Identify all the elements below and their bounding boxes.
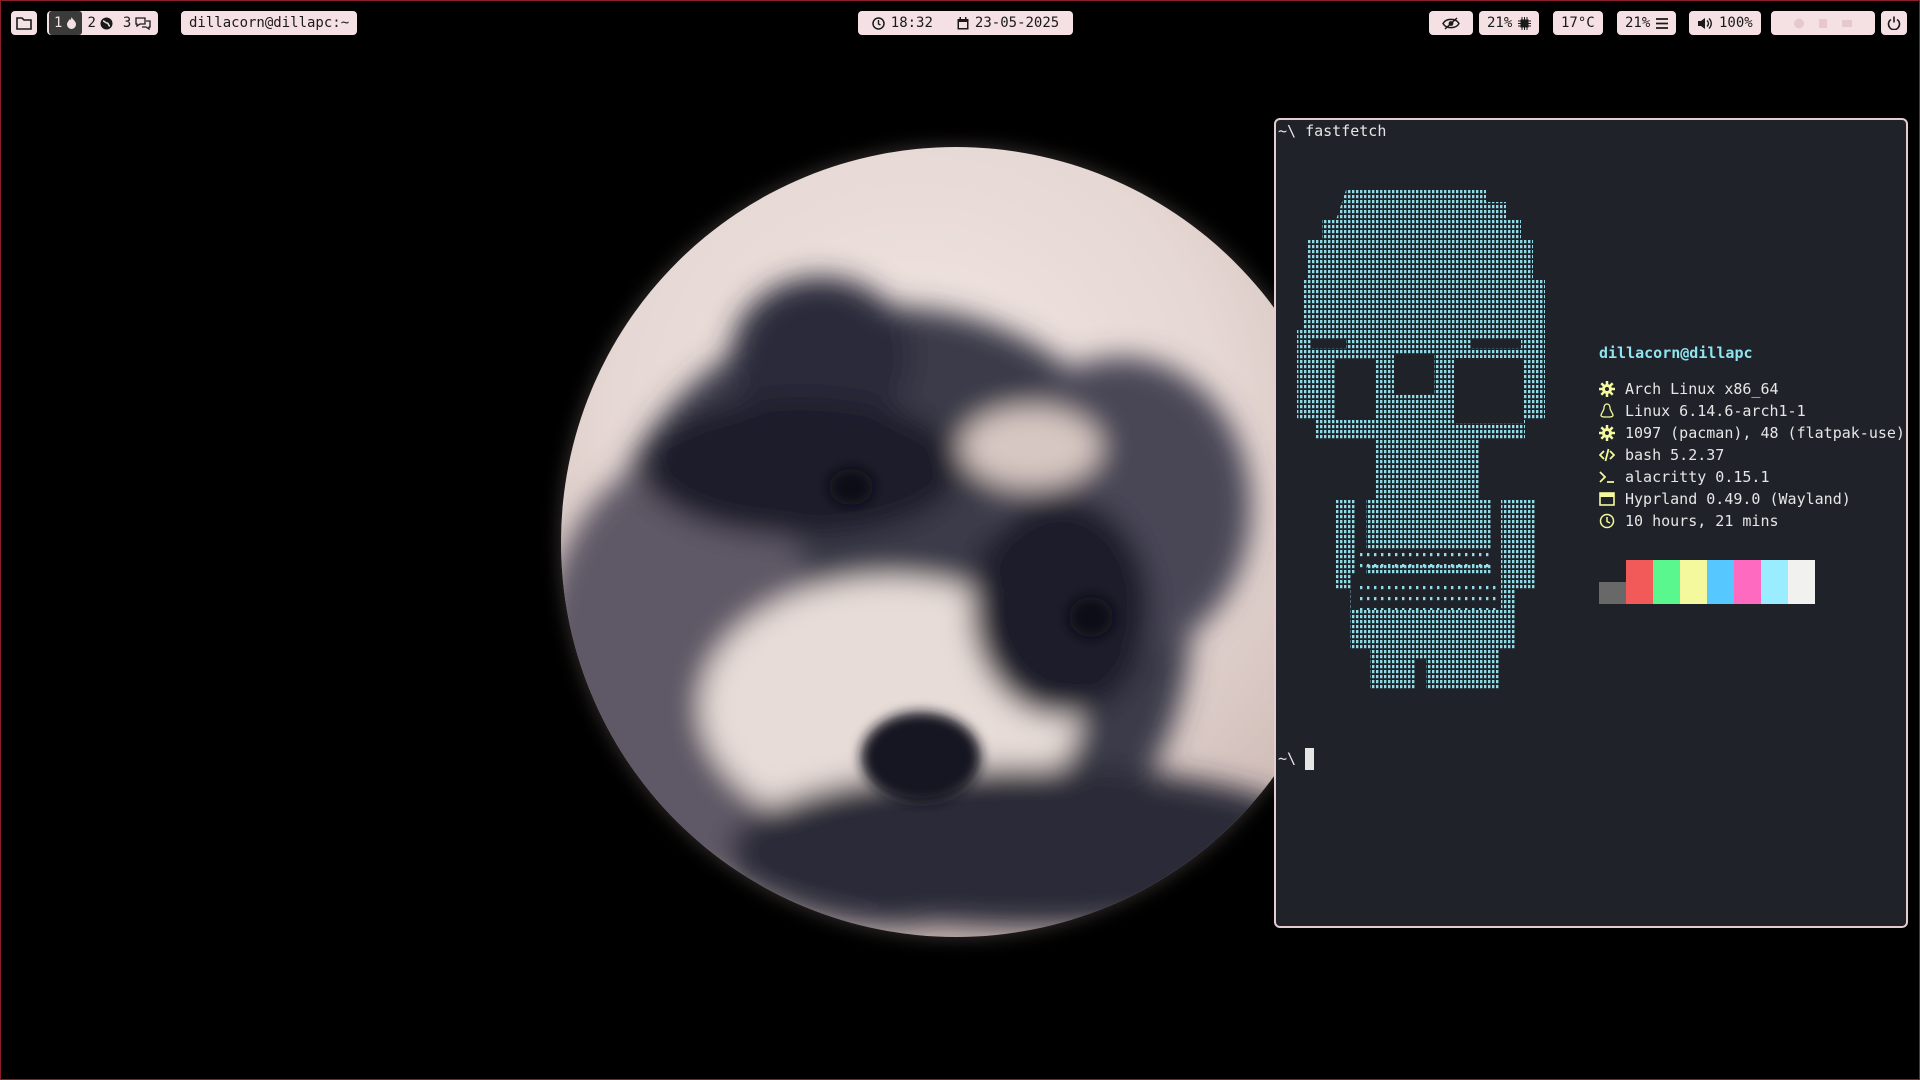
temperature-widget[interactable]: 17°C <box>1553 11 1603 35</box>
memory-value: 21% <box>1625 15 1651 31</box>
palette-swatch <box>1653 582 1680 604</box>
tray-app-icon[interactable] <box>1792 17 1806 30</box>
code-icon <box>1599 448 1615 462</box>
palette-swatch <box>1626 582 1653 604</box>
cpu-value: 21% <box>1487 15 1513 31</box>
temperature-value: 17°C <box>1561 15 1595 31</box>
palette-swatch <box>1653 560 1680 582</box>
terminal-icon <box>1599 471 1614 483</box>
info-row-kernel: Linux 6.14.6-arch1-1 <box>1599 400 1905 422</box>
file-manager-button[interactable] <box>11 11 37 35</box>
info-text: Arch Linux x86_64 <box>1625 380 1779 398</box>
palette-swatch <box>1788 560 1815 582</box>
gear-icon <box>1599 425 1615 441</box>
idle-inhibitor-toggle[interactable] <box>1429 11 1473 35</box>
wallpaper-moon-image <box>561 147 1351 937</box>
info-text: bash 5.2.37 <box>1625 446 1725 464</box>
palette-swatch <box>1707 582 1734 604</box>
workspace-3[interactable]: 3 <box>118 11 156 35</box>
prompt: ~\ <box>1278 122 1297 140</box>
workspace-1[interactable]: 1 <box>49 11 83 35</box>
prompt-line[interactable]: ~\ <box>1276 748 1315 770</box>
chat-icon <box>135 16 151 30</box>
workspace-2[interactable]: 2 <box>82 11 117 35</box>
window-title[interactable]: dillacorn@dillapc:~ <box>181 11 358 35</box>
info-row-shell: bash 5.2.37 <box>1599 444 1905 466</box>
palette-swatch <box>1734 560 1761 582</box>
power-button[interactable] <box>1881 11 1907 35</box>
workspace-number: 1 <box>54 15 63 31</box>
clock-widget[interactable]: 18:32 23-05-2025 <box>858 11 1073 35</box>
cpu-widget[interactable]: 21% <box>1479 11 1540 35</box>
info-row-uptime: 10 hours, 21 mins <box>1599 510 1905 532</box>
palette-swatch <box>1707 560 1734 582</box>
palette-swatch <box>1761 560 1788 582</box>
command-line: ~\ fastfetch <box>1276 122 1386 140</box>
volume-widget[interactable]: 100% <box>1689 11 1761 35</box>
fastfetch-title: dillacorn@dillapc <box>1599 344 1753 362</box>
linux-icon <box>1600 403 1614 418</box>
info-text: 10 hours, 21 mins <box>1625 512 1779 530</box>
palette-swatch <box>1680 560 1707 582</box>
cpu-icon <box>1518 16 1532 30</box>
clock-date: 23-05-2025 <box>974 15 1060 31</box>
raccoon-image <box>561 277 1331 927</box>
workspace-number: 3 <box>122 15 132 31</box>
info-row-packages: 1097 (pacman), 48 (flatpak-use) <box>1599 422 1905 444</box>
info-row-wm: Hyprland 0.49.0 (Wayland) <box>1599 488 1905 510</box>
system-tray <box>1771 11 1875 35</box>
palette-swatch <box>1761 582 1788 604</box>
info-text: alacritty 0.15.1 <box>1625 468 1770 486</box>
folder-icon <box>16 17 32 30</box>
eye-off-icon <box>1442 16 1460 30</box>
terminal-window[interactable]: ~\ fastfetch dillacorn@dillapc Arch Linu… <box>1274 118 1908 928</box>
memory-widget[interactable]: 21% <box>1617 11 1677 35</box>
palette-swatch <box>1788 582 1815 604</box>
info-text: Linux 6.14.6-arch1-1 <box>1625 402 1806 420</box>
prompt: ~\ <box>1278 749 1297 768</box>
palette-swatch <box>1734 582 1761 604</box>
flame-icon <box>67 17 77 29</box>
clock-time: 18:32 <box>890 15 933 31</box>
calendar-icon <box>957 16 969 29</box>
volume-value: 100% <box>1719 15 1753 31</box>
palette-swatch <box>1680 582 1707 604</box>
window-icon <box>1599 492 1615 506</box>
fastfetch-info: dillacorn@dillapc Arch Linux x86_64 Linu… <box>1599 342 1905 532</box>
info-text: 1097 (pacman), 48 (flatpak-use) <box>1625 424 1905 442</box>
info-row-terminal: alacritty 0.15.1 <box>1599 466 1905 488</box>
text-cursor <box>1305 748 1315 770</box>
tray-app-icon[interactable] <box>1840 17 1854 30</box>
palette-swatch <box>1599 560 1626 582</box>
speaker-icon <box>1698 17 1712 29</box>
window-title-text: dillacorn@dillapc:~ <box>189 15 350 31</box>
workspace-number: 2 <box>87 15 96 31</box>
command-text: fastfetch <box>1305 122 1387 140</box>
top-bar: 1 2 3 dillacorn@dillapc:~ 18:32 23-05-20… <box>11 11 1909 35</box>
tray-app-icon[interactable] <box>1816 17 1830 30</box>
info-row-os: Arch Linux x86_64 <box>1599 378 1905 400</box>
info-text: Hyprland 0.49.0 (Wayland) <box>1625 490 1851 508</box>
palette-swatch <box>1626 560 1653 582</box>
ascii-logo <box>1276 190 1576 730</box>
clock-icon <box>872 16 885 30</box>
palette-swatch <box>1599 582 1626 604</box>
clock-icon <box>1599 513 1615 529</box>
power-icon <box>1887 16 1901 30</box>
globe-icon <box>100 17 113 29</box>
color-palette <box>1599 560 1815 604</box>
gear-icon <box>1599 381 1615 397</box>
workspace-switcher: 1 2 3 <box>47 11 159 35</box>
menu-icon <box>1656 17 1669 29</box>
